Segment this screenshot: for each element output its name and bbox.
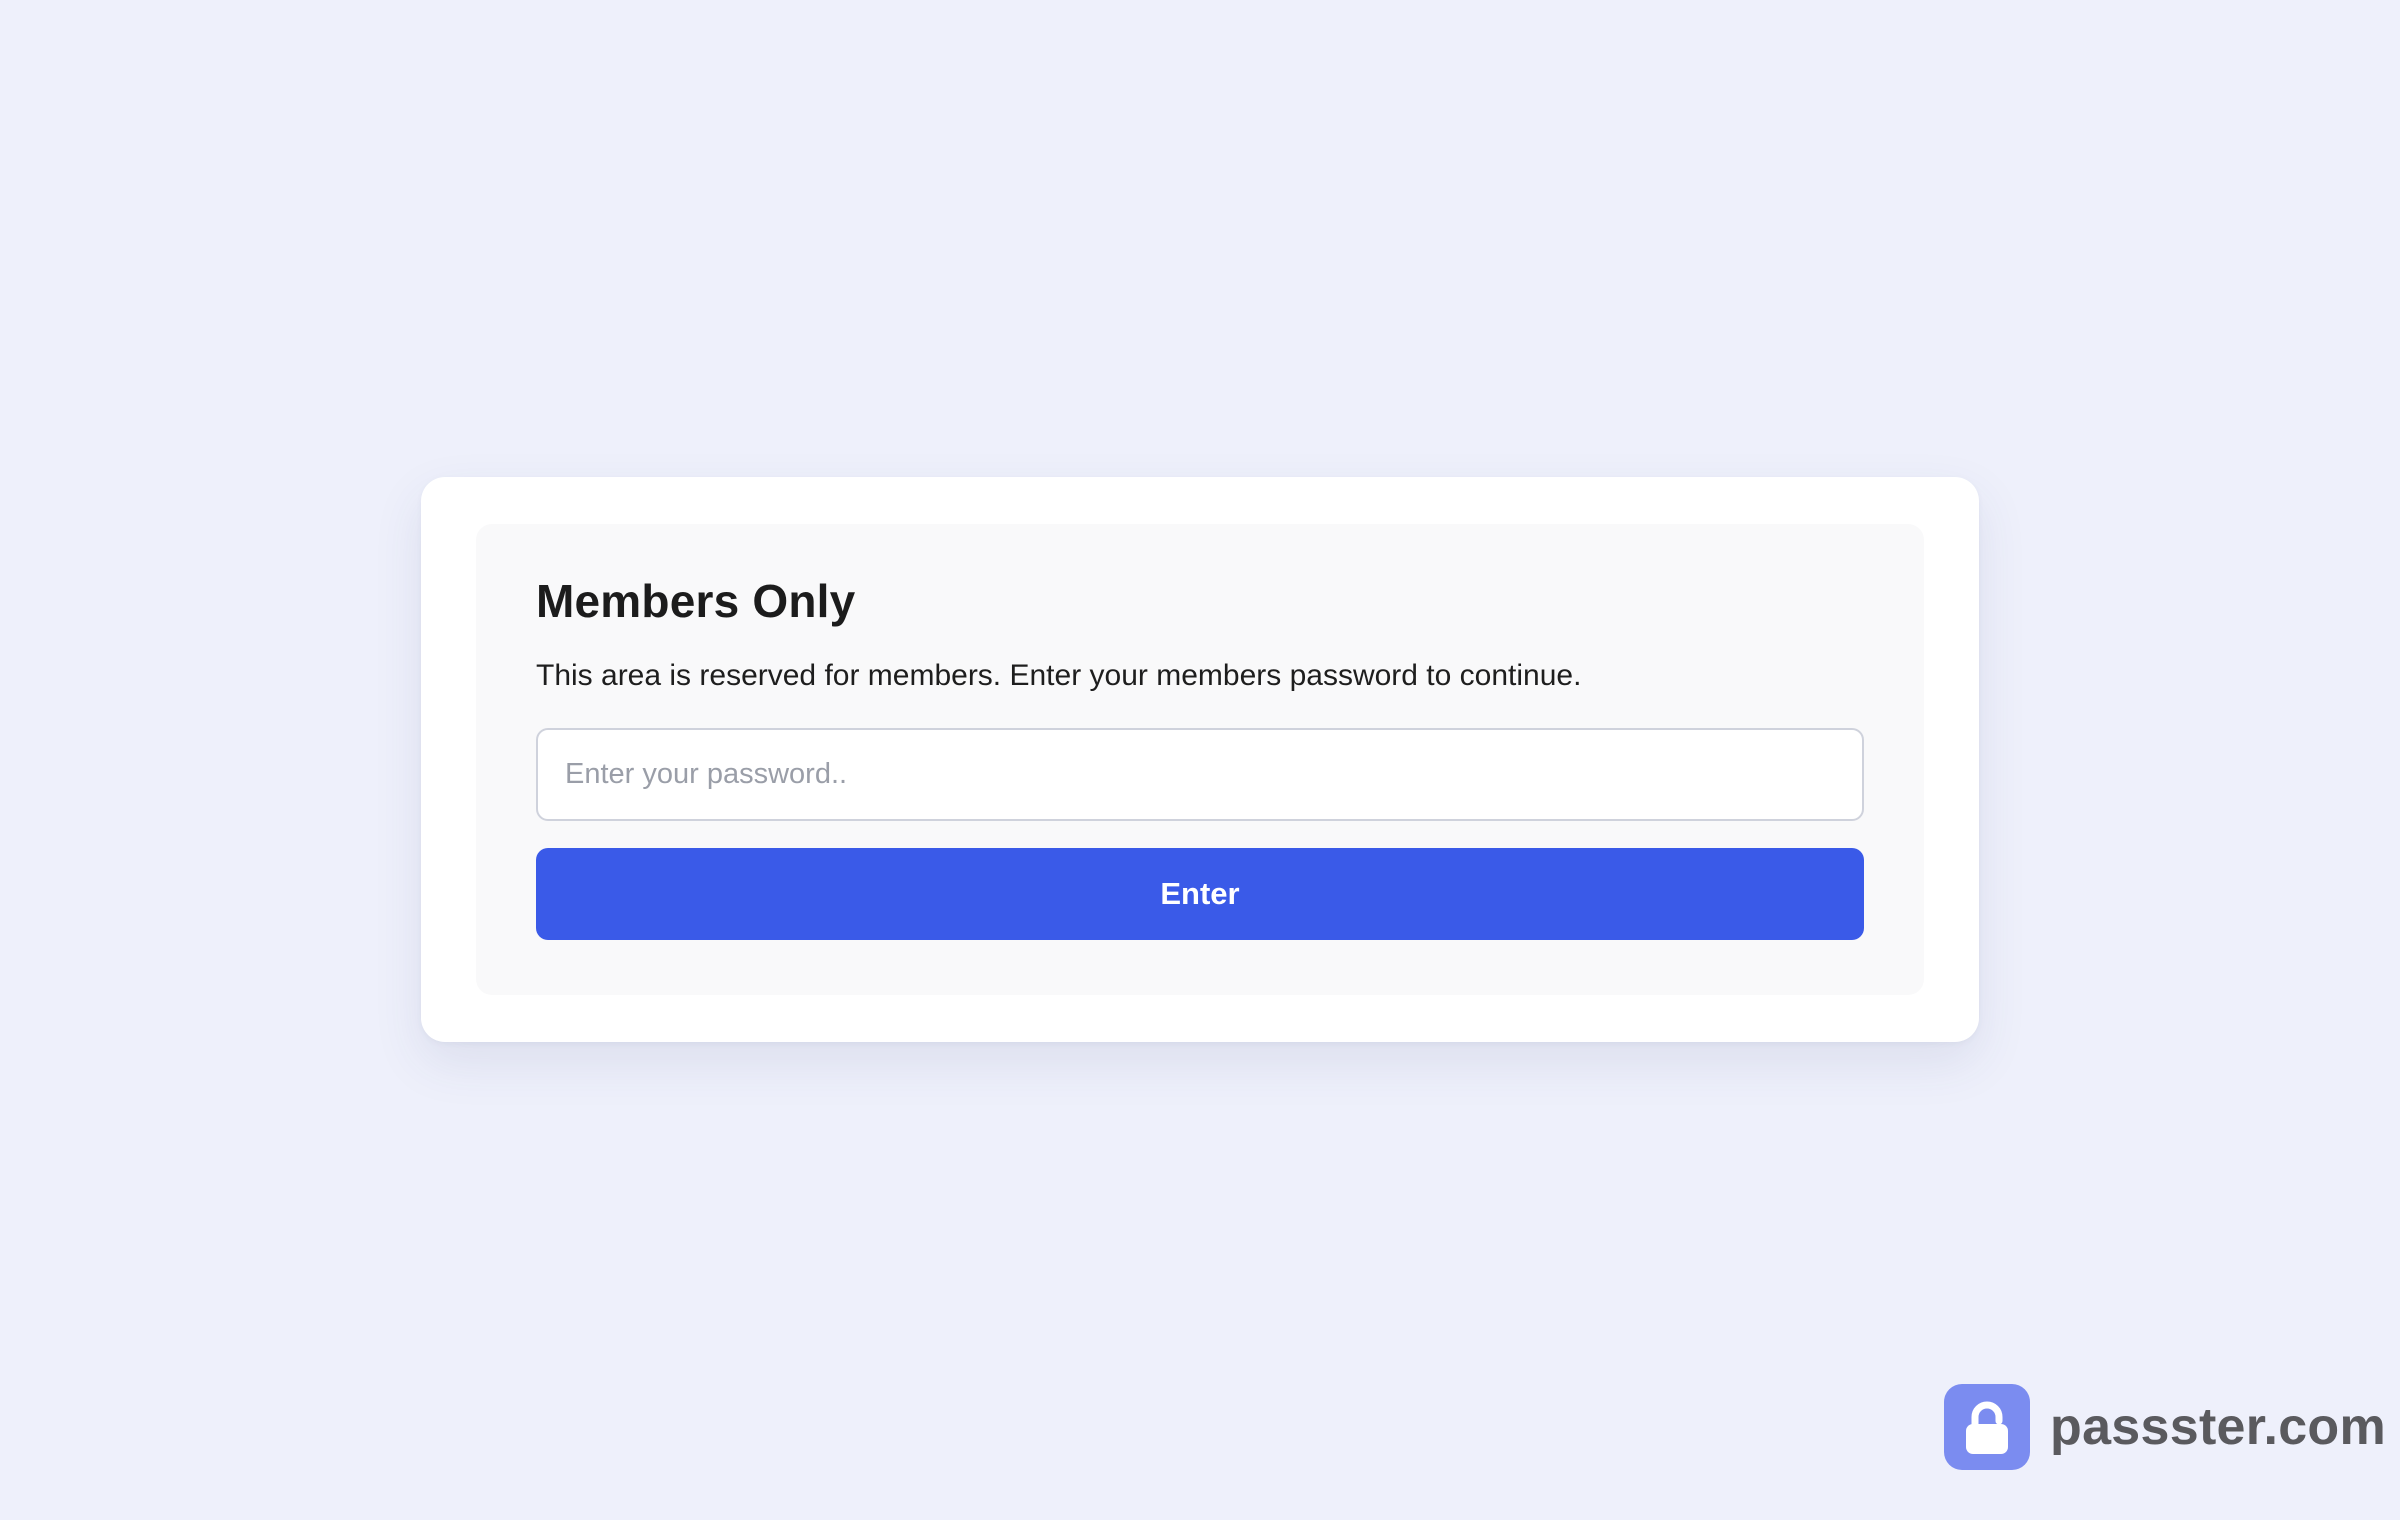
login-description: This area is reserved for members. Enter…	[536, 659, 1582, 692]
login-form: Members Only This area is reserved for m…	[476, 524, 1924, 995]
lock-icon	[1944, 1384, 2030, 1470]
brand-name: passster.com	[2050, 1398, 2387, 1456]
brand-logo: passster.com	[1944, 1384, 2386, 1470]
enter-button[interactable]: Enter	[536, 848, 1864, 940]
password-input[interactable]	[536, 728, 1864, 821]
page-title: Members Only	[536, 575, 856, 627]
login-card: Members Only This area is reserved for m…	[421, 477, 1979, 1042]
